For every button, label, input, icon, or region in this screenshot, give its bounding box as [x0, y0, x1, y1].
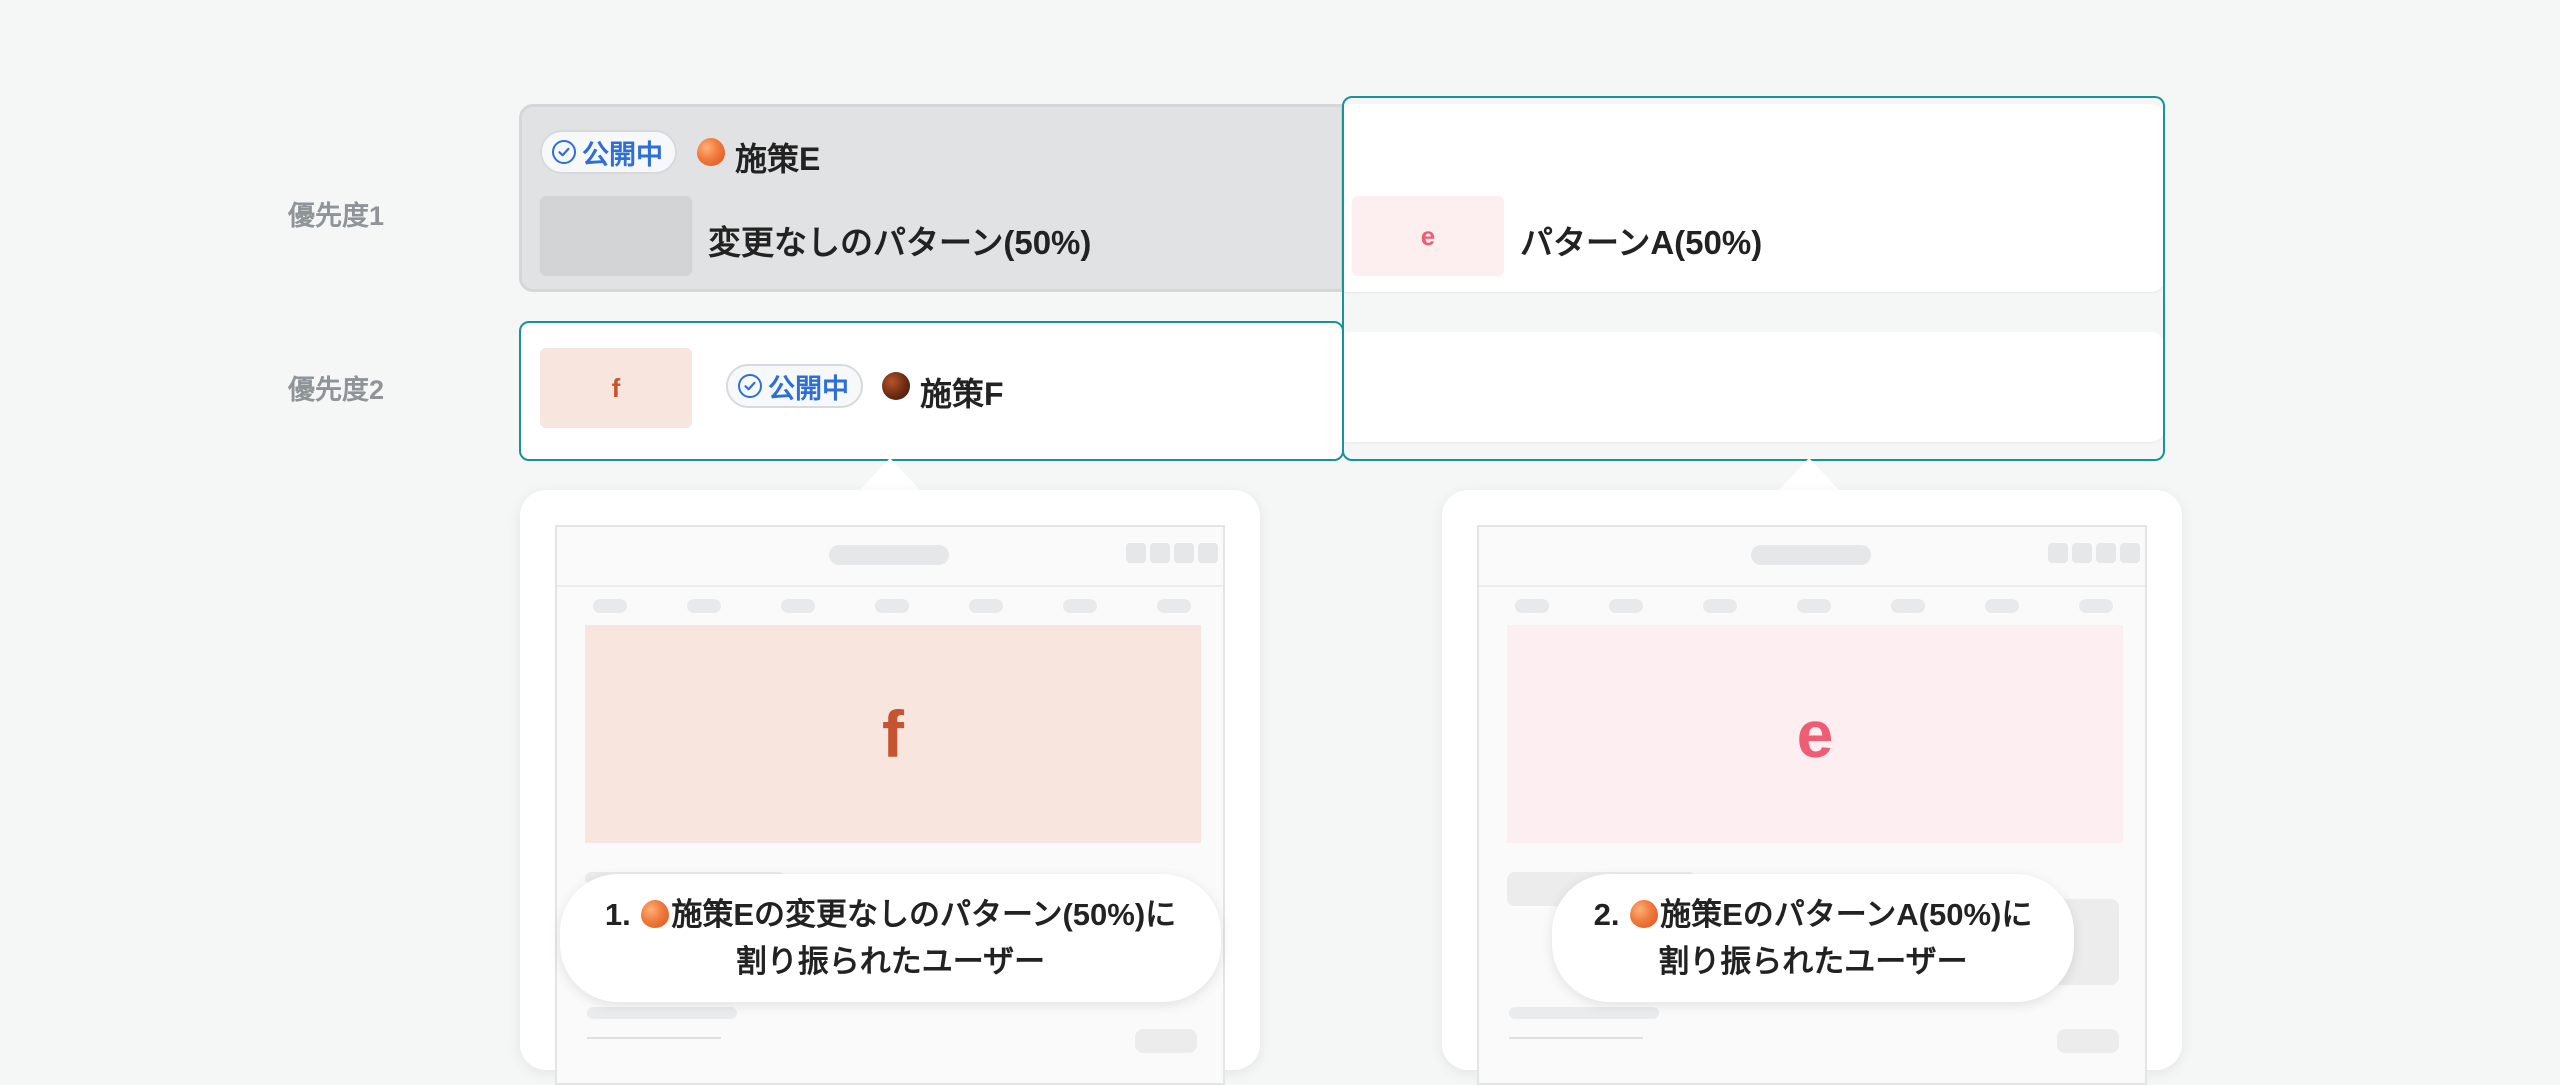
peach-icon	[1630, 900, 1659, 928]
mock-url-bar	[829, 545, 949, 565]
caption-2-line-2: 割り振られたユーザー	[1658, 944, 1968, 979]
check-circle-icon	[552, 140, 576, 164]
mock-header	[1479, 527, 2145, 587]
mock-icon	[2096, 543, 2116, 563]
campaign-f-status-badge: 公開中	[726, 364, 863, 408]
mock-url-bar	[1751, 545, 1871, 565]
mock-hero-banner: f	[585, 625, 1201, 843]
mock-icon	[2048, 543, 2068, 563]
mock-nav-item	[1703, 599, 1737, 613]
mock-nav-item	[593, 599, 627, 613]
mock-nav-item	[1891, 599, 1925, 613]
pattern-a-thumbnail: e	[1352, 196, 1504, 276]
peach-icon	[641, 900, 670, 928]
caption-bubble-1: 1. 施策Eの変更なしのパターン(50%)に 割り振られたユーザー	[560, 874, 1221, 1002]
campaign-f-thumbnail: f	[540, 348, 692, 428]
campaign-f-status-text: 公開中	[768, 373, 849, 404]
campaign-e-title: 施策E	[735, 141, 821, 177]
mock-hero-banner: e	[1507, 625, 2123, 843]
mock-divider	[587, 1037, 721, 1039]
caption-1-line-2: 割り振られたユーザー	[735, 944, 1046, 979]
mock-nav-item	[1797, 599, 1831, 613]
mock-nav-item	[687, 599, 721, 613]
mock-text-line	[587, 1007, 737, 1019]
mock-nav-item	[1515, 599, 1549, 613]
caption-2-line-1: 施策EのパターンA(50%)に	[1660, 897, 2033, 932]
mock-nav-item	[1985, 599, 2019, 613]
control-pattern-thumbnail	[540, 196, 692, 276]
priority-1-label: 優先度1	[288, 201, 385, 231]
campaign-e-status-text: 公開中	[582, 139, 663, 170]
mock-nav-item	[875, 599, 909, 613]
mock-nav-item	[1063, 599, 1097, 613]
mock-nav-item	[1609, 599, 1643, 613]
mock-nav-item	[969, 599, 1003, 613]
mock-button	[1135, 1029, 1197, 1053]
caption-2-number: 2.	[1593, 897, 1620, 932]
mock-icon	[1126, 543, 1146, 563]
mock-nav-item	[2079, 599, 2113, 613]
priority-2-label: 優先度2	[288, 375, 385, 405]
caption-bubble-2: 2. 施策EのパターンA(50%)に 割り振られたユーザー	[1552, 874, 2074, 1002]
mock-icon	[2120, 543, 2140, 563]
mock-icon	[2072, 543, 2092, 563]
preview-2-pointer	[1777, 458, 1841, 492]
mock-divider	[1509, 1037, 1643, 1039]
dark-peach-icon	[882, 372, 910, 400]
control-pattern-label: 変更なしのパターン(50%)	[708, 224, 1092, 261]
mock-text-line	[1509, 1007, 1659, 1019]
mock-nav-item	[781, 599, 815, 613]
pattern-a-label: パターンA(50%)	[1520, 224, 1763, 261]
peach-icon	[697, 138, 725, 166]
caption-1-line-1: 施策Eの変更なしのパターン(50%)に	[671, 897, 1177, 932]
campaign-f-title: 施策F	[920, 376, 1004, 412]
mock-button	[2057, 1029, 2119, 1053]
mock-nav-item	[1157, 599, 1191, 613]
preview-card-1: f 1. 施策Eの変更なしのパターン(50%)に 割り振られたユーザー	[520, 490, 1260, 1085]
mock-icon	[1198, 543, 1218, 563]
mock-icon	[1174, 543, 1194, 563]
check-circle-icon	[738, 374, 762, 398]
mock-icon	[1150, 543, 1170, 563]
preview-1-pointer	[858, 458, 922, 492]
campaign-f-empty-panel	[1343, 332, 2165, 442]
mock-header	[557, 527, 1223, 587]
preview-card-2: e 2. 施策EのパターンA(50%)に 割り振られたユーザー	[1442, 490, 2182, 1085]
campaign-e-status-badge: 公開中	[540, 130, 677, 174]
caption-1-number: 1.	[604, 897, 631, 932]
